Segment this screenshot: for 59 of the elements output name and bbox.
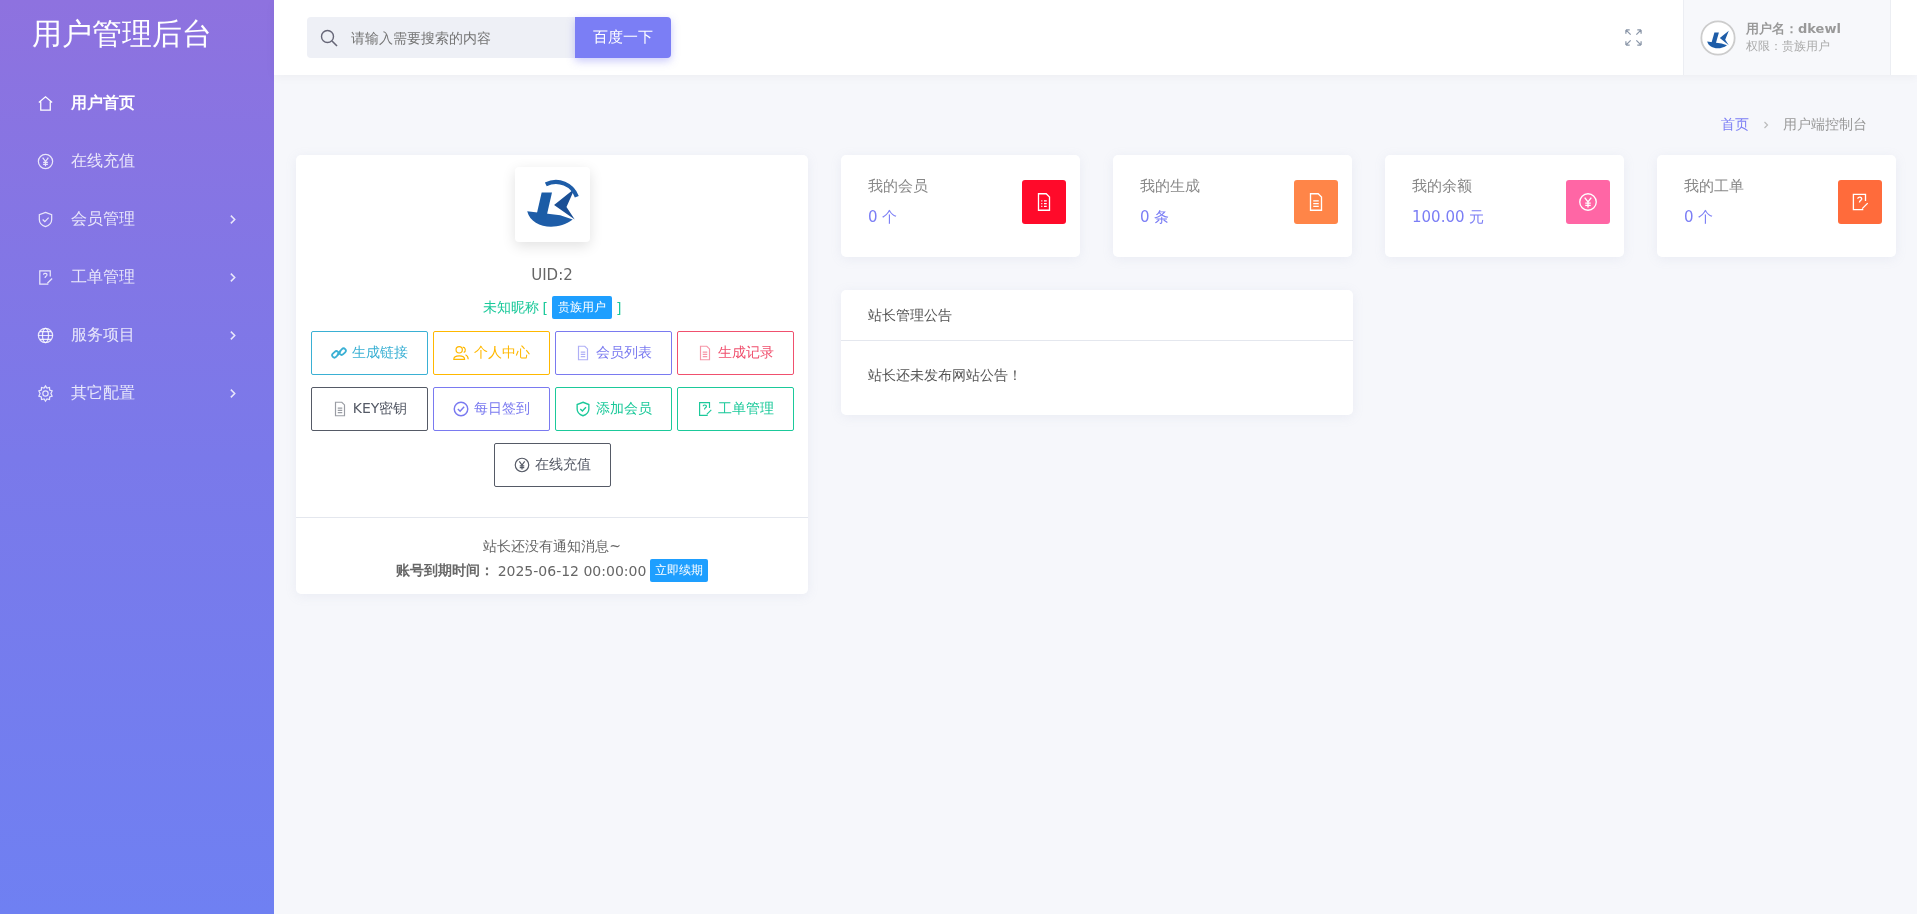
ticket-icon <box>696 400 714 418</box>
action-button[interactable]: 个人中心 <box>432 331 550 375</box>
action-button[interactable]: 会员列表 <box>554 331 672 375</box>
sidebar-item[interactable]: 会员管理 <box>0 190 274 248</box>
user-role: 权限：贵族用户 <box>1746 38 1831 55</box>
action-button[interactable]: 每日签到 <box>432 387 550 431</box>
user-panel[interactable]: 用户名：dkewl 权限：贵族用户 <box>1683 0 1891 75</box>
stat-title: 我的会员 <box>868 177 928 196</box>
role-badge: 贵族用户 <box>552 296 612 319</box>
stat-value: 0 条 <box>1140 208 1171 227</box>
ticket-icon <box>36 267 55 287</box>
renew-button[interactable]: 立即续期 <box>650 559 709 582</box>
yen-icon <box>513 456 531 474</box>
search-input[interactable]: 请输入需要搜索的内容 <box>349 28 563 47</box>
action-button[interactable]: KEY密钥 <box>310 387 428 431</box>
shield-icon <box>574 400 592 418</box>
bracket: ] <box>616 299 622 316</box>
home-icon <box>36 93 55 113</box>
action-button[interactable]: 在线充值 <box>493 443 611 487</box>
gear-icon <box>36 383 55 403</box>
avatar-logo <box>1700 19 1736 56</box>
sidebar-item[interactable]: 工单管理 <box>0 248 274 306</box>
search-field[interactable]: 请输入需要搜索的内容 <box>307 17 575 58</box>
chevron-icon <box>1761 120 1771 130</box>
search-button[interactable]: 百度一下 <box>575 17 671 58</box>
breadcrumb-link[interactable]: 用户端控制台 <box>1783 116 1867 134</box>
action-button[interactable]: 工单管理 <box>676 387 794 431</box>
user-id: UID:2 <box>531 266 573 284</box>
sidebar-item[interactable]: 用户首页 <box>0 74 274 132</box>
globe-icon <box>36 325 55 345</box>
nickname: 未知昵称 <box>482 298 539 317</box>
action-button[interactable]: 生成链接 <box>310 331 428 375</box>
user-icon <box>452 344 470 362</box>
action-button[interactable]: 生成记录 <box>676 331 794 375</box>
stat-value: 0 个 <box>868 208 899 227</box>
sidebar-item[interactable]: 在线充值 <box>0 132 274 190</box>
username: 用户名：dkewl <box>1746 20 1841 38</box>
sidebar-item[interactable]: 服务项目 <box>0 306 274 364</box>
stat-title: 我的生成 <box>1140 177 1200 196</box>
stat-title: 我的余额 <box>1412 177 1473 196</box>
announcement-text: 站长还未发布网站公告！ <box>867 366 1023 385</box>
stat-title: 我的工单 <box>1684 177 1744 196</box>
search-icon <box>319 27 339 48</box>
check-icon <box>452 400 470 418</box>
expiry-date: 2025-06-12 00:00:00 <box>497 562 647 579</box>
bracket: [ <box>542 299 548 316</box>
stat-value: 0 个 <box>1684 208 1715 227</box>
notification-text: 站长还没有通知消息~ <box>482 538 622 556</box>
sidebar-item[interactable]: 其它配置 <box>0 364 274 422</box>
breadcrumb-link[interactable]: 首页 <box>1721 116 1749 134</box>
app-title: 用户管理后台 <box>31 15 213 53</box>
yen-icon <box>36 151 55 171</box>
link-icon <box>330 344 348 362</box>
fullscreen-icon[interactable] <box>1624 28 1643 47</box>
action-button[interactable]: 添加会员 <box>554 387 672 431</box>
stat-value: 100.00 元 <box>1412 208 1485 227</box>
expiry-label: 账号到期时间： <box>395 561 494 580</box>
shield-icon <box>36 209 55 229</box>
card-title: 站长管理公告 <box>841 290 1353 341</box>
